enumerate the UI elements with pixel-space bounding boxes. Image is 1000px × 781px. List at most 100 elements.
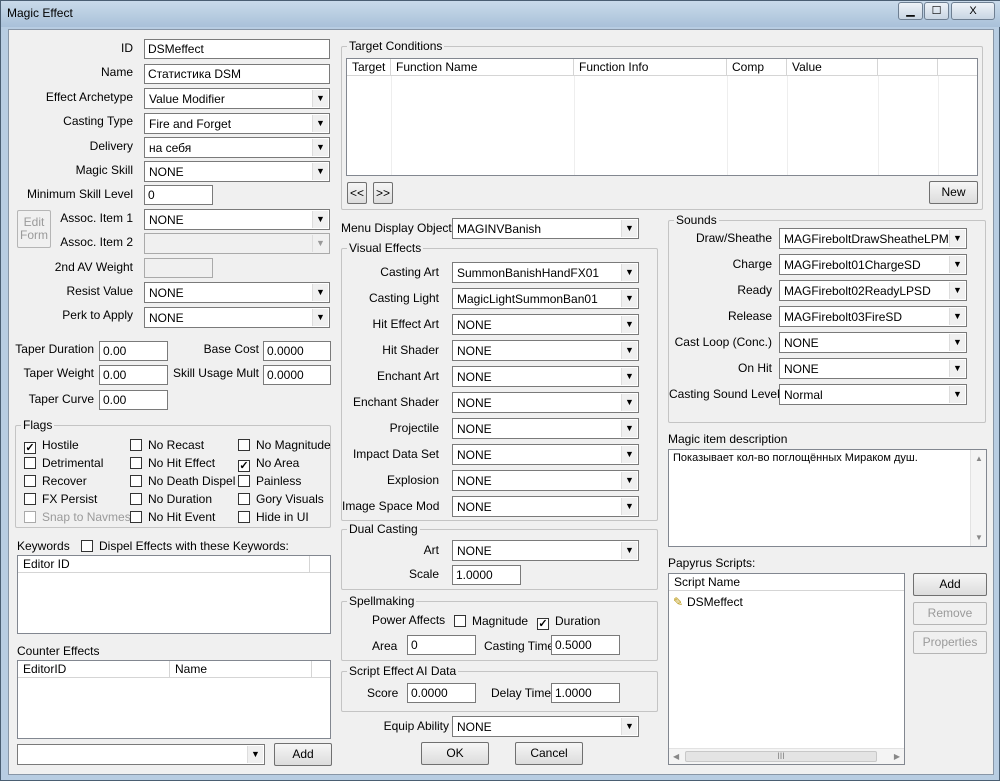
base-cost-field[interactable]: 0.0000 [263,341,331,361]
visual-effect-dropdown[interactable]: NONE ▼ [452,366,639,387]
col-comp[interactable]: Comp [727,59,787,76]
script-name-column[interactable]: Script Name [669,574,904,591]
scroll-right-icon[interactable]: ▶ [894,752,900,761]
visual-effect-dropdown[interactable]: NONE ▼ [452,444,639,465]
visual-effect-label: Image Space Mod [342,499,440,513]
description-scrollbar[interactable]: ▲ ▼ [970,450,986,546]
chevron-down-icon: ▼ [949,256,965,273]
visual-effect-dropdown[interactable]: NONE ▼ [452,470,639,491]
flag-checkbox[interactable]: ✓ No Area [238,456,299,472]
cancel-button[interactable]: Cancel [515,742,583,765]
col-value[interactable]: Value [787,59,878,76]
flag-checkbox[interactable]: ✓ Hostile [24,438,79,454]
maximize-button[interactable]: ☐ [924,2,949,20]
delay-time-field[interactable]: 1.0000 [551,683,620,703]
equip-ability-dropdown[interactable]: NONE ▼ [452,716,639,737]
target-conditions-list[interactable]: Target Function Name Function Info Comp … [346,58,978,176]
dispel-keywords-checkbox[interactable]: Dispel Effects with these Keywords: [81,539,289,553]
flag-checkbox[interactable]: No Hit Effect [130,456,215,470]
sound-dropdown[interactable]: MAGFirebolt03FireSD ▼ [779,306,967,327]
visual-effect-dropdown[interactable]: NONE ▼ [452,418,639,439]
menu-display-object-dropdown[interactable]: MAGINVBanish ▼ [452,218,639,239]
assoc-item-2-dropdown[interactable]: ▼ [144,233,330,254]
id-field[interactable]: DSMeffect [144,39,330,59]
duration-checkbox[interactable]: ✓ Duration [537,614,600,630]
dual-art-dropdown[interactable]: NONE ▼ [452,540,639,561]
visual-effect-dropdown[interactable]: NONE ▼ [452,340,639,361]
sound-dropdown[interactable]: MAGFireboltDrawSheatheLPMSD ▼ [779,228,967,249]
taper-curve-field[interactable]: 0.00 [99,390,168,410]
flag-checkbox[interactable]: FX Persist [24,492,97,506]
visual-effect-dropdown[interactable]: NONE ▼ [452,392,639,413]
flag-checkbox[interactable]: Recover [24,474,87,488]
col-function-info[interactable]: Function Info [574,59,727,76]
counter-col-editorid[interactable]: EditorID [18,661,170,678]
perk-dropdown[interactable]: NONE ▼ [144,307,330,328]
area-field[interactable]: 0 [407,635,476,655]
visual-effect-dropdown[interactable]: NONE ▼ [452,314,639,335]
minimize-button[interactable]: ▁ [898,2,923,20]
casting-type-dropdown[interactable]: Fire and Forget ▼ [144,113,330,134]
flag-checkbox[interactable]: Hide in UI [238,510,309,524]
flag-label: Painless [256,474,302,488]
flag-checkbox[interactable]: No Death Dispel [130,474,235,488]
flag-checkbox[interactable]: Snap to Navmesh [24,510,137,524]
script-row[interactable]: ✎ DSMeffect [673,595,743,609]
visual-effect-dropdown[interactable]: MagicLightSummonBan01 ▼ [452,288,639,309]
counter-effect-dropdown[interactable]: ▼ [17,744,265,765]
scroll-up-icon[interactable]: ▲ [975,454,983,463]
flag-checkbox[interactable]: Gory Visuals [238,492,324,506]
dual-scale-field[interactable]: 1.0000 [452,565,521,585]
flag-checkbox[interactable]: No Magnitude [238,438,331,452]
flag-checkbox[interactable]: Painless [238,474,301,488]
assoc-item-1-dropdown[interactable]: NONE ▼ [144,209,330,230]
description-textarea[interactable]: Показывает кол-во поглощённых Мираком ду… [668,449,987,547]
name-field[interactable]: Статистика DSM [144,64,330,84]
resist-value-dropdown[interactable]: NONE ▼ [144,282,330,303]
script-properties-button[interactable]: Properties [913,631,987,654]
sound-dropdown[interactable]: Normal ▼ [779,384,967,405]
score-field[interactable]: 0.0000 [407,683,476,703]
casting-time-field[interactable]: 0.5000 [551,635,620,655]
visual-effect-dropdown[interactable]: SummonBanishHandFX01 ▼ [452,262,639,283]
sound-dropdown[interactable]: MAGFirebolt01ChargeSD ▼ [779,254,967,275]
prev-condition-button[interactable]: << [347,182,367,204]
new-condition-button[interactable]: New [929,181,978,204]
sound-dropdown[interactable]: NONE ▼ [779,358,967,379]
papyrus-scripts-list[interactable]: Script Name ✎ DSMeffect ◀ III ▶ [668,573,905,765]
visual-effect-dropdown[interactable]: NONE ▼ [452,496,639,517]
taper-duration-field[interactable]: 0.00 [99,341,168,361]
archetype-dropdown[interactable]: Value Modifier ▼ [144,88,330,109]
keywords-list[interactable]: Editor ID [17,555,331,634]
col-function-name[interactable]: Function Name [391,59,574,76]
scroll-thumb[interactable]: III [685,751,877,762]
counter-add-button[interactable]: Add [274,743,332,766]
flag-checkbox[interactable]: Detrimental [24,456,103,470]
magic-skill-dropdown[interactable]: NONE ▼ [144,161,330,182]
col-target[interactable]: Target [347,59,391,76]
magnitude-checkbox[interactable]: Magnitude [454,614,528,628]
script-remove-button[interactable]: Remove [913,602,987,625]
scroll-down-icon[interactable]: ▼ [975,533,983,542]
counter-col-name[interactable]: Name [170,661,312,678]
sound-dropdown[interactable]: NONE ▼ [779,332,967,353]
taper-weight-field[interactable]: 0.00 [99,365,168,385]
counter-effects-list[interactable]: EditorID Name [17,660,331,739]
chevron-down-icon: ▼ [312,211,328,228]
scroll-left-icon[interactable]: ◀ [673,752,679,761]
av-weight-field[interactable] [144,258,213,278]
flag-checkbox[interactable]: No Hit Event [130,510,215,524]
min-skill-field[interactable]: 0 [144,185,213,205]
edit-form-button[interactable]: Edit Form [17,210,51,248]
ok-button[interactable]: OK [421,742,489,765]
papyrus-hscrollbar[interactable]: ◀ III ▶ [669,748,904,764]
next-condition-button[interactable]: >> [373,182,393,204]
close-button[interactable]: X [951,2,995,20]
skill-usage-mult-field[interactable]: 0.0000 [263,365,331,385]
sound-dropdown[interactable]: MAGFirebolt02ReadyLPSD ▼ [779,280,967,301]
flag-checkbox[interactable]: No Duration [130,492,212,506]
delivery-dropdown[interactable]: на себя ▼ [144,137,330,158]
keywords-col-editor-id[interactable]: Editor ID [18,556,310,573]
flag-checkbox[interactable]: No Recast [130,438,204,452]
script-add-button[interactable]: Add [913,573,987,596]
